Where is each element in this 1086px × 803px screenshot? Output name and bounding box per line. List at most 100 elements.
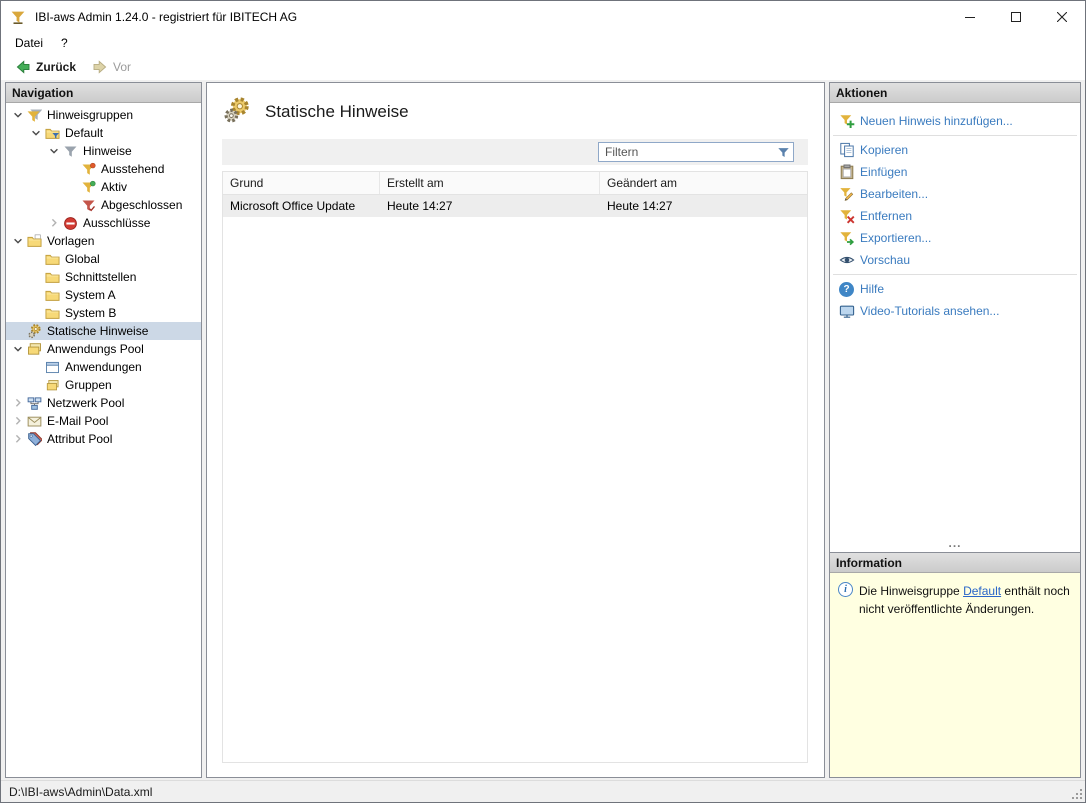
expander-spacer — [27, 305, 44, 321]
data-file-path: D:\IBI-aws\Admin\Data.xml — [9, 785, 152, 799]
tree-item-global[interactable]: Global — [6, 250, 201, 268]
chevron-down-icon[interactable] — [9, 341, 26, 357]
video-icon — [838, 303, 855, 320]
info-icon: i — [838, 582, 853, 597]
window-controls — [947, 1, 1085, 32]
forward-label: Vor — [113, 60, 131, 74]
back-arrow-icon — [15, 59, 31, 75]
notices-icon — [62, 143, 79, 159]
tree-item-aktiv[interactable]: Aktiv — [6, 178, 201, 196]
action-copy[interactable]: Kopieren — [830, 139, 1080, 161]
tree-item-anwendungs-pool[interactable]: Anwendungs Pool — [6, 340, 201, 358]
tree-item-ausschluesse[interactable]: Ausschlüsse — [6, 214, 201, 232]
help-icon: ? — [838, 281, 855, 298]
action-label: Hilfe — [860, 282, 884, 296]
folder-icon — [44, 251, 61, 267]
tree-item-email-pool[interactable]: E-Mail Pool — [6, 412, 201, 430]
action-paste[interactable]: Einfügen — [830, 161, 1080, 183]
action-add-notice[interactable]: Neuen Hinweis hinzufügen... — [830, 110, 1080, 132]
tree-item-default[interactable]: Default — [6, 124, 201, 142]
tree-item-label: Ausstehend — [97, 162, 168, 176]
navigation-header: Navigation — [6, 83, 201, 103]
chevron-right-icon[interactable] — [9, 395, 26, 411]
maximize-button[interactable] — [993, 1, 1039, 32]
expander-spacer — [27, 251, 44, 267]
action-video-tutorials[interactable]: Video-Tutorials ansehen... — [830, 300, 1080, 322]
tree-item-attribut-pool[interactable]: Attribut Pool — [6, 430, 201, 448]
remove-icon — [838, 208, 855, 225]
tree-item-label: Global — [61, 252, 104, 266]
tree-item-label: Hinweisgruppen — [43, 108, 137, 122]
expander-spacer — [27, 287, 44, 303]
chevron-right-icon[interactable] — [45, 215, 62, 231]
column-header-grund[interactable]: Grund — [223, 172, 380, 194]
actions-list: Neuen Hinweis hinzufügen... Kopieren Ein… — [830, 103, 1080, 539]
default-group-link[interactable]: Default — [963, 584, 1001, 598]
tree-item-abgeschlossen[interactable]: Abgeschlossen — [6, 196, 201, 214]
filter-funnel-icon[interactable] — [773, 146, 793, 159]
back-button[interactable]: Zurück — [8, 57, 83, 77]
table-header: Grund Erstellt am Geändert am — [223, 172, 807, 195]
tree-item-schnittstellen[interactable]: Schnittstellen — [6, 268, 201, 286]
cell-geaendert-am: Heute 14:27 — [600, 195, 807, 217]
expander-spacer — [9, 323, 26, 339]
edit-icon — [838, 186, 855, 203]
close-button[interactable] — [1039, 1, 1085, 32]
chevron-down-icon[interactable] — [27, 125, 44, 141]
tree-item-system-b[interactable]: System B — [6, 304, 201, 322]
add-notice-icon — [838, 113, 855, 130]
information-panel: Information i Die Hinweisgruppe Default … — [829, 552, 1081, 778]
right-column: Aktionen Neuen Hinweis hinzufügen... Kop… — [829, 82, 1081, 778]
chevron-down-icon[interactable] — [9, 107, 26, 123]
expander-spacer — [27, 359, 44, 375]
action-export[interactable]: Exportieren... — [830, 227, 1080, 249]
tree-item-statische-hinweise[interactable]: Statische Hinweise — [6, 322, 201, 340]
preview-eye-icon — [838, 252, 855, 269]
menu-datei[interactable]: Datei — [6, 32, 52, 54]
tree-item-label: Statische Hinweise — [43, 324, 152, 338]
forward-button[interactable]: Vor — [85, 57, 138, 77]
table-row[interactable]: Microsoft Office Update Heute 14:27 Heut… — [223, 195, 807, 217]
tree-item-label: System A — [61, 288, 120, 302]
minimize-button[interactable] — [947, 1, 993, 32]
gears-icon — [26, 323, 43, 339]
attributes-icon — [26, 431, 43, 447]
tree-item-hinweise[interactable]: Hinweise — [6, 142, 201, 160]
actions-overflow[interactable]: ... — [830, 539, 1080, 552]
chevron-right-icon[interactable] — [9, 413, 26, 429]
cell-erstellt-am: Heute 14:27 — [380, 195, 600, 217]
tree-item-netzwerk-pool[interactable]: Netzwerk Pool — [6, 394, 201, 412]
action-preview[interactable]: Vorschau — [830, 249, 1080, 271]
menu-help[interactable]: ? — [52, 32, 77, 54]
chevron-right-icon[interactable] — [9, 431, 26, 447]
chevron-down-icon[interactable] — [9, 233, 26, 249]
tree-item-gruppen[interactable]: Gruppen — [6, 376, 201, 394]
main-title-bar: Statische Hinweise — [207, 83, 824, 137]
tree-item-vorlagen[interactable]: Vorlagen — [6, 232, 201, 250]
notice-pending-icon — [80, 161, 97, 177]
navigation-panel: Navigation Hinweisgruppen Default Hinwei… — [5, 82, 202, 778]
tree-item-hinweisgruppen[interactable]: Hinweisgruppen — [6, 106, 201, 124]
tree-item-anwendungen[interactable]: Anwendungen — [6, 358, 201, 376]
tree-item-label: System B — [61, 306, 120, 320]
action-help[interactable]: ? Hilfe — [830, 278, 1080, 300]
exclusions-icon — [62, 215, 79, 231]
action-label: Bearbeiten... — [860, 187, 928, 201]
information-header: Information — [830, 553, 1080, 573]
action-edit[interactable]: Bearbeiten... — [830, 183, 1080, 205]
app-window: IBI-aws Admin 1.24.0 - registriert für I… — [0, 0, 1086, 803]
resize-grip-icon[interactable] — [1070, 787, 1084, 801]
tree-item-ausstehend[interactable]: Ausstehend — [6, 160, 201, 178]
filter-input[interactable] — [599, 145, 773, 159]
info-message: Die Hinweisgruppe Default enthält noch n… — [859, 582, 1072, 618]
action-remove[interactable]: Entfernen — [830, 205, 1080, 227]
expander-spacer — [27, 269, 44, 285]
tree-item-system-a[interactable]: System A — [6, 286, 201, 304]
paste-icon — [838, 164, 855, 181]
column-header-erstellt-am[interactable]: Erstellt am — [380, 172, 600, 194]
notice-active-icon — [80, 179, 97, 195]
chevron-down-icon[interactable] — [45, 143, 62, 159]
column-header-geaendert-am[interactable]: Geändert am — [600, 172, 807, 194]
cell-grund: Microsoft Office Update — [223, 195, 380, 217]
action-label: Exportieren... — [860, 231, 931, 245]
